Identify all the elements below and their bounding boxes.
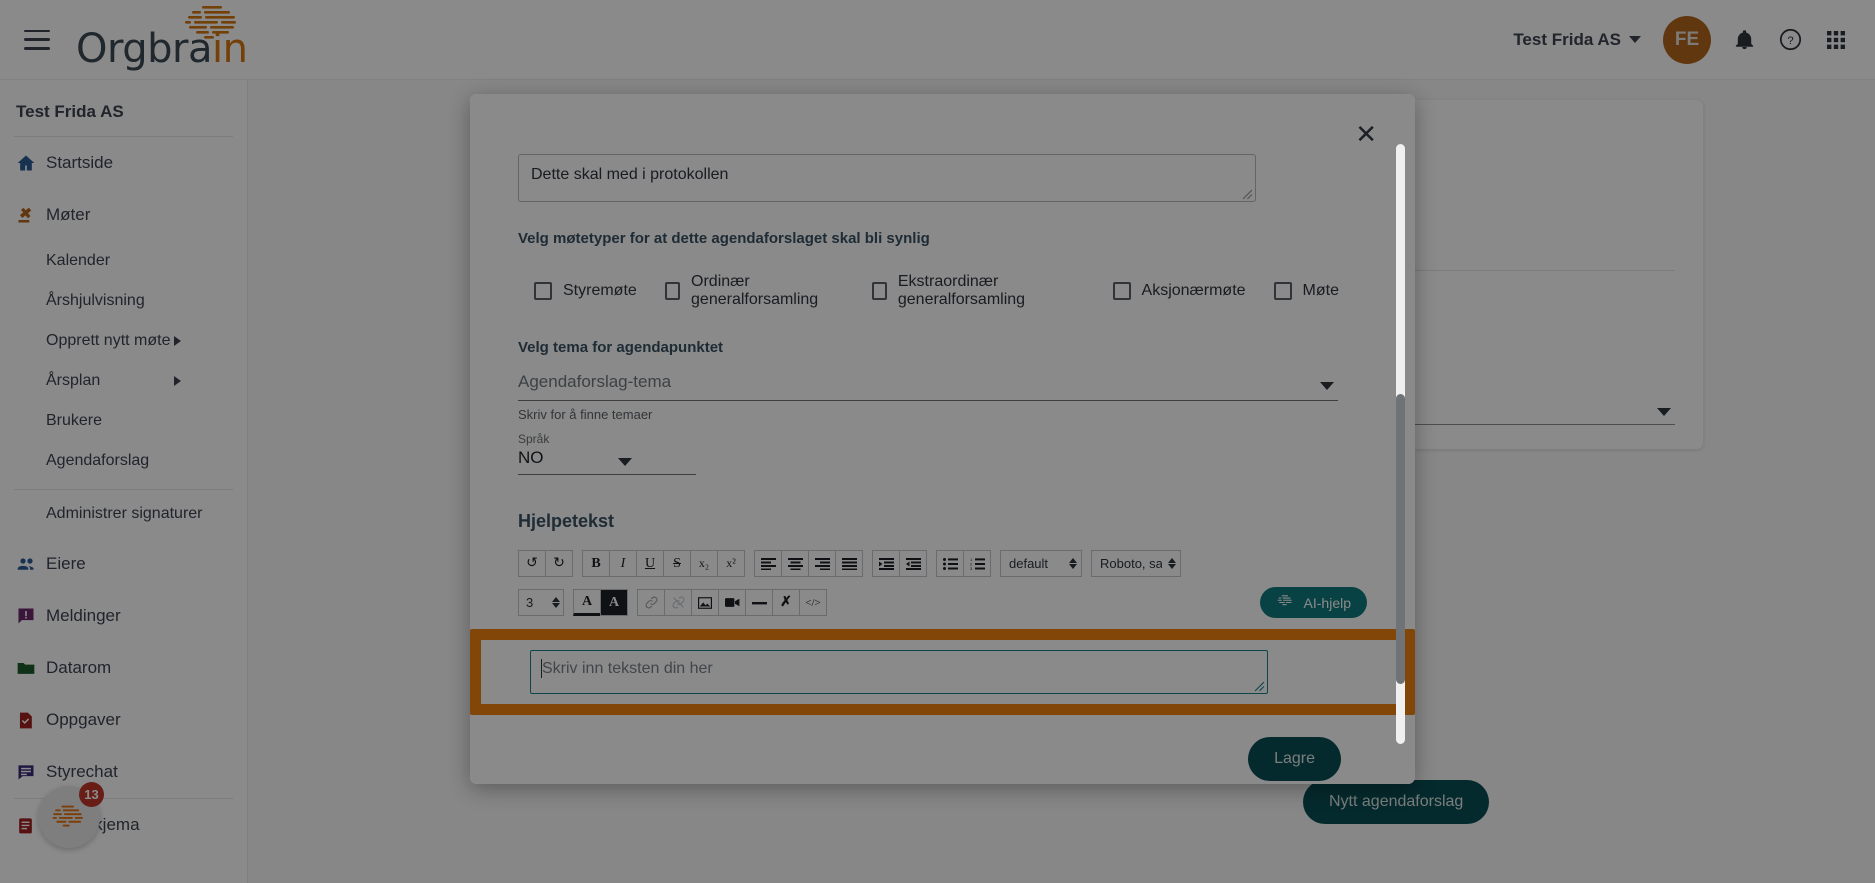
bold-icon[interactable]: B xyxy=(582,550,610,577)
checkbox-label: Aksjonærmøte xyxy=(1141,282,1246,299)
highlight-color-icon[interactable]: A xyxy=(600,589,628,616)
font-select-value: Roboto, san xyxy=(1100,556,1162,571)
subscript-icon[interactable]: x₂ xyxy=(690,550,718,577)
indent-icon[interactable] xyxy=(872,550,900,577)
spinner-icon xyxy=(546,597,560,608)
font-size-value: 3 xyxy=(526,595,534,610)
theme-select[interactable]: Agendaforslag-tema xyxy=(518,372,1338,401)
theme-hint: Skriv for å finne temaer xyxy=(518,407,653,422)
spinner-icon xyxy=(1162,558,1176,569)
numbered-list-icon[interactable]: 123 xyxy=(963,550,991,577)
protocol-value: Dette skal med i protokollen xyxy=(531,166,729,183)
align-center-icon[interactable] xyxy=(781,550,809,577)
horizontal-rule-icon[interactable] xyxy=(745,589,773,616)
chevron-down-icon xyxy=(618,458,632,466)
format-select-value: default xyxy=(1009,556,1049,571)
checkbox-box-icon xyxy=(1273,282,1292,300)
spinner-icon xyxy=(1063,558,1077,569)
superscript-icon[interactable]: x² xyxy=(717,550,745,577)
helptext-editor-input[interactable]: Skriv inn teksten din her xyxy=(530,650,1268,694)
meeting-types-checkbox-row: Styremøte Ordinær generalforsamling Ekst… xyxy=(534,273,1367,309)
checkbox-ekstraordinaer-generalforsamling[interactable]: Ekstraordinær generalforsamling xyxy=(871,273,1085,309)
ai-help-button[interactable]: AI-hjelp xyxy=(1259,587,1367,618)
font-select[interactable]: Roboto, san xyxy=(1091,550,1181,577)
modal-body: Dette skal med i protokollen Velg møtety… xyxy=(470,154,1415,784)
video-icon[interactable] xyxy=(718,589,746,616)
checkbox-box-icon xyxy=(871,282,887,300)
align-group xyxy=(754,550,863,577)
strikethrough-icon[interactable]: S xyxy=(663,550,691,577)
redo-icon[interactable]: ↻ xyxy=(545,550,573,577)
unlink-icon[interactable] xyxy=(664,589,692,616)
editor-highlight-region: Skriv inn teksten din her xyxy=(470,629,1415,715)
indent-group xyxy=(872,550,927,577)
language-value: NO xyxy=(518,448,544,467)
screen-root: Test Frida AS Startside Møter Kalender Å… xyxy=(0,0,1875,883)
agenda-proposal-modal: ✕ Dette skal med i protokollen Velg møte… xyxy=(470,94,1415,784)
link-icon[interactable] xyxy=(637,589,665,616)
checkbox-styremote[interactable]: Styremøte xyxy=(534,282,637,300)
align-left-icon[interactable] xyxy=(754,550,782,577)
editor-toolbar-row-1: ↺ ↻ B I U S x₂ x² 1 2 3 default Roboto, … xyxy=(518,550,1367,577)
checkbox-box-icon xyxy=(1112,282,1131,300)
theme-label: Velg tema for agendapunktet xyxy=(518,339,724,356)
resize-handle-icon[interactable] xyxy=(1254,681,1265,692)
align-right-icon[interactable] xyxy=(808,550,836,577)
checkbox-label: Styremøte xyxy=(563,282,637,299)
checkbox-box-icon xyxy=(664,282,681,300)
ai-help-label: AI-hjelp xyxy=(1303,594,1351,611)
checkbox-box-icon xyxy=(534,282,552,300)
helptext-heading: Hjelpetekst xyxy=(518,511,1367,532)
list-group: 123 xyxy=(936,550,991,577)
chevron-down-icon xyxy=(1320,382,1334,390)
theme-placeholder: Agendaforslag-tema xyxy=(518,372,672,391)
editor-toolbar-row-2: 3 A A ✗ </> AI-hjelp xyxy=(518,587,1367,618)
brain-logo-icon xyxy=(1276,594,1295,611)
text-style-group: B I U S x₂ x² xyxy=(582,550,745,577)
outdent-icon[interactable] xyxy=(899,550,927,577)
editor-highlight-inner: Skriv inn teksten din her xyxy=(481,640,1404,704)
align-justify-icon[interactable] xyxy=(835,550,863,577)
language-label: Språk xyxy=(518,432,550,446)
language-select[interactable]: NO xyxy=(518,448,696,475)
checkbox-ordinaer-generalforsamling[interactable]: Ordinær generalforsamling xyxy=(664,273,844,309)
save-button[interactable]: Lagre xyxy=(1248,737,1341,781)
checkbox-label: Møte xyxy=(1302,282,1339,299)
bullet-list-icon[interactable] xyxy=(936,550,964,577)
resize-handle-icon[interactable] xyxy=(1242,189,1253,200)
image-icon[interactable] xyxy=(691,589,719,616)
checkbox-label: Ekstraordinær generalforsamling xyxy=(897,273,1026,308)
helptext-heading-text: Hjelpetekst xyxy=(518,511,615,531)
text-cursor xyxy=(541,659,542,678)
font-size-stepper[interactable]: 3 xyxy=(518,589,564,616)
clear-format-icon[interactable]: ✗ xyxy=(772,589,800,616)
protocol-textarea[interactable]: Dette skal med i protokollen xyxy=(518,154,1256,202)
svg-text:3: 3 xyxy=(970,566,973,570)
modal-scrollbar-thumb[interactable] xyxy=(1396,394,1405,684)
close-icon[interactable]: ✕ xyxy=(1355,122,1377,148)
helptext-editor-placeholder: Skriv inn teksten din her xyxy=(542,660,713,677)
checkbox-mote[interactable]: Møte xyxy=(1273,282,1339,300)
history-group: ↺ ↻ xyxy=(518,550,573,577)
meeting-types-label: Velg møtetyper for at dette agendaforsla… xyxy=(518,230,930,247)
text-color-icon[interactable]: A xyxy=(573,589,601,616)
code-view-icon[interactable]: </> xyxy=(799,589,827,616)
insert-group: ✗ </> xyxy=(637,589,827,616)
modal-footer: Lagre xyxy=(518,737,1367,781)
undo-icon[interactable]: ↺ xyxy=(518,550,546,577)
checkbox-label: Ordinær generalforsamling xyxy=(691,273,819,308)
italic-icon[interactable]: I xyxy=(609,550,637,577)
color-group: A A xyxy=(573,589,628,616)
format-select[interactable]: default xyxy=(1000,550,1082,577)
underline-icon[interactable]: U xyxy=(636,550,664,577)
checkbox-aksjonaermote[interactable]: Aksjonærmøte xyxy=(1112,282,1246,300)
